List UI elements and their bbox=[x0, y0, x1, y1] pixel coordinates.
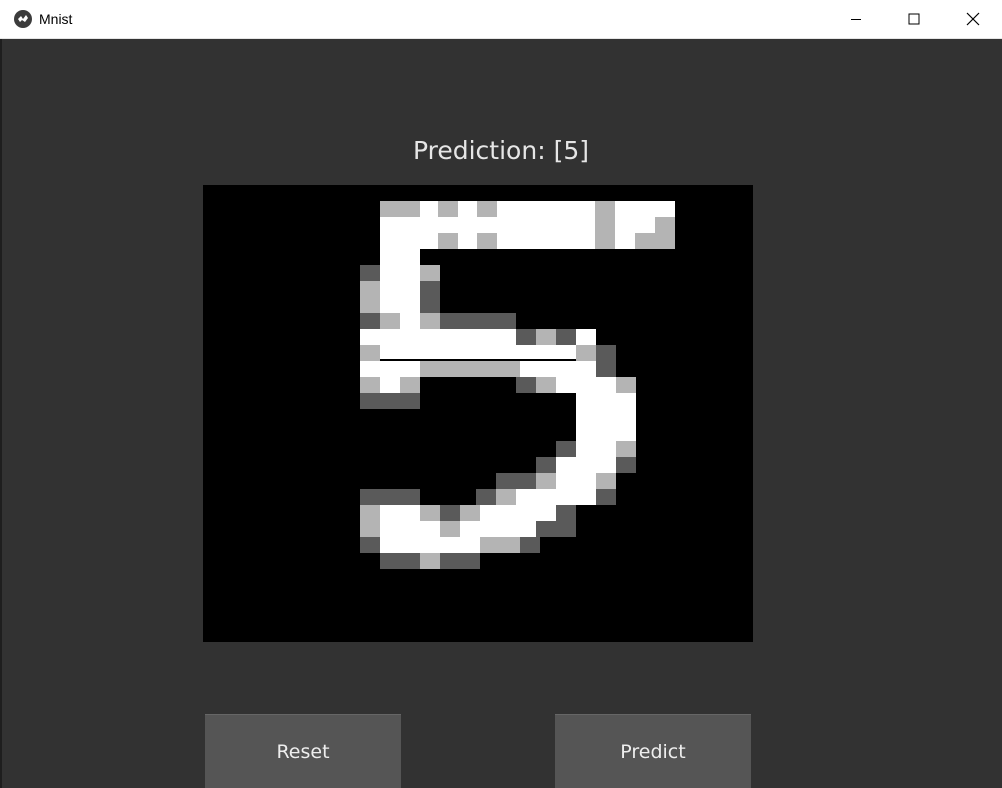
minimize-button[interactable] bbox=[827, 0, 885, 38]
close-button[interactable] bbox=[944, 0, 1002, 38]
maximize-icon bbox=[908, 13, 920, 25]
handwritten-digit-drawing bbox=[360, 201, 675, 569]
reset-button[interactable]: Reset bbox=[205, 714, 401, 788]
title-bar[interactable]: Mnist bbox=[0, 0, 1002, 39]
window-title: Mnist bbox=[39, 11, 73, 27]
close-icon bbox=[966, 12, 980, 26]
predict-button[interactable]: Predict bbox=[555, 714, 751, 788]
drawing-canvas[interactable] bbox=[203, 185, 753, 642]
maximize-button[interactable] bbox=[885, 0, 943, 38]
prediction-label: Prediction: [5] bbox=[413, 136, 589, 165]
minimize-icon bbox=[851, 19, 861, 20]
kivy-logo-icon bbox=[14, 10, 32, 28]
